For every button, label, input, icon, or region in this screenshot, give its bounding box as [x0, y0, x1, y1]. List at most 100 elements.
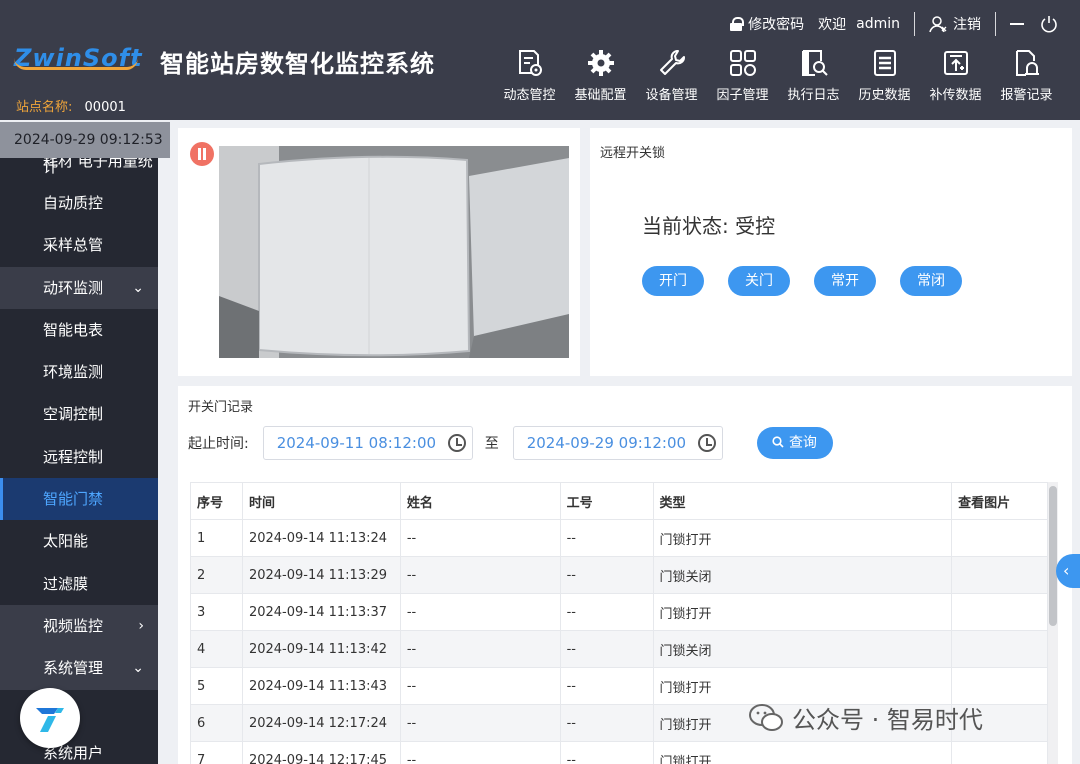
- panel-title: 开关门记录: [188, 400, 254, 415]
- table-cell: 3: [190, 593, 243, 631]
- table-cell: --: [399, 593, 561, 631]
- nav-basic-config[interactable]: 基础配置: [565, 48, 636, 103]
- table-cell: 6: [190, 704, 243, 742]
- table-cell: --: [559, 630, 654, 668]
- query-button[interactable]: 查询: [756, 427, 833, 459]
- station-label: 站点名称:: [16, 100, 73, 115]
- sidebar-item[interactable]: 采样总管: [0, 224, 158, 267]
- nav-label: 补传数据: [929, 88, 982, 103]
- video-panel: [178, 128, 580, 376]
- end-time-input[interactable]: 2024-09-29 09:12:00: [512, 426, 723, 460]
- table-row[interactable]: 7 2024-09-14 12:17:45 -- -- 门锁打开: [190, 741, 1048, 764]
- sidebar-item[interactable]: 动环监测 ⌄: [0, 266, 158, 309]
- sidebar-item-label: 采样总管: [43, 236, 104, 255]
- table-cell: --: [399, 519, 561, 557]
- sidebar-item[interactable]: 过滤膜: [0, 562, 158, 605]
- table-cell: 门锁关闭: [652, 630, 953, 668]
- sidebar-item[interactable]: 视频监控 ›: [0, 604, 158, 648]
- start-time-input[interactable]: 2024-09-11 08:12:00: [262, 426, 473, 460]
- sidebar-item[interactable]: 智能电表: [0, 308, 158, 352]
- table-cell: [951, 630, 1048, 668]
- minimize-icon: [1010, 23, 1024, 25]
- nav-label: 设备管理: [645, 88, 698, 103]
- open-door-button[interactable]: 开门: [642, 266, 704, 296]
- table-scrollbar[interactable]: [1048, 482, 1058, 764]
- scrollbar-thumb[interactable]: [1049, 486, 1057, 626]
- nav-execution-log[interactable]: 执行日志: [778, 48, 849, 103]
- col-header: 序号: [190, 482, 243, 520]
- change-password-button[interactable]: 修改密码: [730, 14, 804, 34]
- table-row[interactable]: 4 2024-09-14 11:13:42 -- -- 门锁关闭: [190, 630, 1048, 668]
- sidebar-item-label: 动环监测: [43, 278, 104, 297]
- nav-label: 基础配置: [574, 88, 627, 103]
- wrench-icon: [659, 50, 685, 75]
- table-row[interactable]: 2 2024-09-14 11:13:29 -- -- 门锁关闭: [190, 556, 1048, 594]
- table-cell: 2024-09-14 11:13:42: [241, 630, 401, 668]
- table-cell: [951, 667, 1048, 705]
- col-header: 类型: [652, 482, 953, 520]
- close-door-button[interactable]: 关门: [728, 266, 790, 296]
- nav-supplement-data[interactable]: 补传数据: [920, 48, 991, 103]
- col-header: 工号: [559, 482, 654, 520]
- table-cell: 门锁打开: [652, 593, 953, 631]
- sidebar-item-partial[interactable]: 耗材 电子用量统计: [0, 158, 158, 182]
- table-cell: --: [559, 741, 654, 764]
- table-cell: --: [559, 519, 654, 557]
- welcome-text: 欢迎 admin: [818, 14, 900, 34]
- nav-alarm-record[interactable]: 报警记录: [991, 48, 1062, 103]
- divider: [914, 12, 915, 36]
- table-cell: 2024-09-14 12:17:45: [241, 741, 401, 764]
- table-cell: --: [559, 556, 654, 594]
- nav-history-data[interactable]: 历史数据: [849, 48, 920, 103]
- camera-feed[interactable]: [219, 146, 569, 358]
- always-open-button[interactable]: 常开: [814, 266, 876, 296]
- always-closed-button[interactable]: 常闭: [900, 266, 962, 296]
- end-time-value: 2024-09-29 09:12:00: [526, 434, 687, 452]
- minimize-button[interactable]: [1010, 23, 1024, 25]
- camera-image: [219, 146, 569, 358]
- table-cell: 门锁关闭: [652, 556, 953, 594]
- sidebar-item[interactable]: 空调控制: [0, 393, 158, 436]
- sidebar-item[interactable]: 环境监测: [0, 351, 158, 394]
- sidebar-item[interactable]: 远程控制: [0, 435, 158, 479]
- table-cell: [951, 556, 1048, 594]
- sidebar-item-label: 环境监测: [43, 363, 104, 382]
- sidebar-item[interactable]: 智能门禁: [0, 478, 158, 521]
- nav-factor-management[interactable]: 因子管理: [707, 48, 778, 103]
- table-row[interactable]: 5 2024-09-14 11:13:43 -- -- 门锁打开: [190, 667, 1048, 705]
- col-header: 姓名: [399, 482, 561, 520]
- pause-button[interactable]: [190, 142, 214, 166]
- table-cell: 2024-09-14 11:13:29: [241, 556, 401, 594]
- app-logo-icon: [36, 708, 64, 732]
- sidebar-item[interactable]: 太阳能: [0, 520, 158, 563]
- nav-device-management[interactable]: 设备管理: [636, 48, 707, 103]
- floating-app-button[interactable]: [20, 688, 80, 748]
- sidebar-item-label: 自动质控: [43, 194, 104, 212]
- nav-dynamic-control[interactable]: 动态管控: [494, 48, 565, 103]
- nav-label: 因子管理: [716, 88, 769, 103]
- table-cell: --: [399, 704, 561, 742]
- sidebar-item[interactable]: 系统管理 ⌄: [0, 647, 158, 690]
- query-label: 查询: [788, 435, 817, 451]
- table-cell: 门锁打开: [652, 667, 953, 705]
- table-cell: [951, 741, 1048, 764]
- power-icon[interactable]: [1040, 15, 1058, 33]
- divider: [995, 12, 996, 36]
- user-toolbar: 修改密码 欢迎 admin 注销: [716, 10, 1058, 38]
- table-header-row: 序号 时间 姓名 工号 类型 查看图片: [190, 482, 1048, 520]
- sidebar-item[interactable]: 系统用户: [0, 731, 158, 764]
- logout-button[interactable]: 注销: [929, 14, 981, 34]
- table-row[interactable]: 1 2024-09-14 11:13:24 -- -- 门锁打开: [190, 519, 1048, 557]
- table-cell: --: [399, 741, 561, 764]
- remote-lock-panel: 远程开关锁 当前状态: 受控 开门 关门 常开 常闭: [590, 128, 1072, 376]
- table-row[interactable]: 3 2024-09-14 11:13:37 -- -- 门锁打开: [190, 593, 1048, 631]
- watermark: 公众号 · 智易时代: [748, 700, 983, 735]
- sidebar: 耗材 电子用量统计 自动质控采样总管动环监测 ⌄ 智能电表环境监测空调控制 远程控制智…: [0, 158, 158, 764]
- table-cell: 门锁打开: [652, 741, 953, 764]
- table-cell: --: [559, 704, 654, 742]
- table-cell: --: [399, 630, 561, 668]
- chevron-left-icon: ‹: [1063, 561, 1070, 580]
- sidebar-item[interactable]: 自动质控: [0, 182, 158, 225]
- to-label: 至: [484, 436, 499, 452]
- current-datetime: 2024-09-29 09:12:53: [0, 122, 170, 158]
